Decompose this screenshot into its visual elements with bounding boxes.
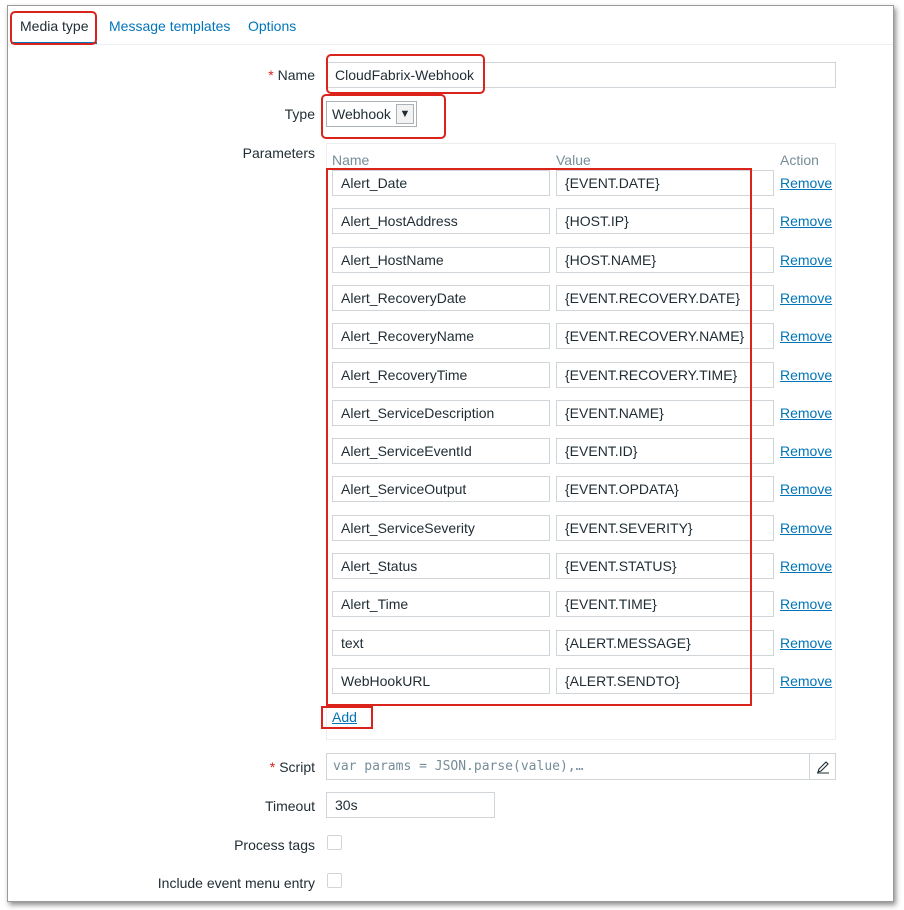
media-type-form: Media type Message templates Options * Na… [7,5,894,902]
required-asterisk: * [269,759,276,775]
name-label: * Name [268,67,315,83]
parameters-label: Parameters [242,145,315,161]
param-value-input[interactable]: {EVENT.RECOVERY.NAME} [556,323,774,349]
remove-parameter-link[interactable]: Remove [780,405,832,421]
remove-parameter-link[interactable]: Remove [780,290,832,306]
chevron-down-icon[interactable]: ▼ [396,104,414,124]
remove-parameter-link[interactable]: Remove [780,596,832,612]
remove-parameter-link[interactable]: Remove [780,520,832,536]
param-header-action: Action [780,152,819,168]
remove-parameter-link[interactable]: Remove [780,252,832,268]
tab-media-type[interactable]: Media type [20,6,88,44]
include-event-menu-checkbox[interactable] [327,873,342,888]
param-value-input[interactable]: {EVENT.OPDATA} [556,476,774,502]
param-value-input[interactable]: {EVENT.DATE} [556,170,774,196]
script-preview: var params = JSON.parse(value),… [333,759,584,774]
include-event-menu-label: Include event menu entry [157,875,315,891]
add-parameter-link[interactable]: Add [332,709,357,725]
param-header-value: Value [556,152,591,168]
script-label: * Script [269,759,315,775]
active-tab-indicator [11,42,97,44]
required-asterisk: * [268,67,274,83]
param-name-input[interactable]: Alert_HostName [332,247,550,273]
param-value-input[interactable]: {ALERT.SENDTO} [556,668,774,694]
remove-parameter-link[interactable]: Remove [780,213,832,229]
script-field[interactable]: var params = JSON.parse(value),… [326,753,836,780]
param-value-input[interactable]: {EVENT.ID} [556,438,774,464]
type-select[interactable]: Webhook ▼ [326,101,417,127]
process-tags-checkbox[interactable] [327,835,342,850]
param-name-input[interactable]: WebHookURL [332,668,550,694]
tab-options[interactable]: Options [248,6,296,44]
param-value-input[interactable]: {HOST.NAME} [556,247,774,273]
param-name-input[interactable]: Alert_ServiceSeverity [332,515,550,541]
param-name-input[interactable]: Alert_RecoveryDate [332,285,550,311]
param-value-input[interactable]: {EVENT.STATUS} [556,553,774,579]
remove-parameter-link[interactable]: Remove [780,558,832,574]
param-name-input[interactable]: Alert_Status [332,553,550,579]
remove-parameter-link[interactable]: Remove [780,635,832,651]
param-name-input[interactable]: Alert_ServiceOutput [332,476,550,502]
param-name-input[interactable]: Alert_ServiceEventId [332,438,550,464]
remove-parameter-link[interactable]: Remove [780,328,832,344]
process-tags-label: Process tags [234,837,315,853]
param-name-input[interactable]: text [332,630,550,656]
remove-parameter-link[interactable]: Remove [780,443,832,459]
param-value-input[interactable]: {EVENT.TIME} [556,591,774,617]
param-value-input[interactable]: {ALERT.MESSAGE} [556,630,774,656]
param-name-input[interactable]: Alert_RecoveryTime [332,362,550,388]
param-name-input[interactable]: Alert_HostAddress [332,208,550,234]
param-value-input[interactable]: {HOST.IP} [556,208,774,234]
param-value-input[interactable]: {EVENT.RECOVERY.TIME} [556,362,774,388]
param-value-input[interactable]: {EVENT.NAME} [556,400,774,426]
param-header-name: Name [332,152,370,168]
timeout-label: Timeout [264,798,315,814]
pencil-icon[interactable] [809,754,835,779]
type-label: Type [284,106,315,122]
tab-bar: Media type Message templates Options [8,6,893,45]
param-name-input[interactable]: Alert_RecoveryName [332,323,550,349]
param-name-input[interactable]: Alert_Date [332,170,550,196]
param-value-input[interactable]: {EVENT.SEVERITY} [556,515,774,541]
type-select-value: Webhook [332,106,391,122]
remove-parameter-link[interactable]: Remove [780,367,832,383]
param-name-input[interactable]: Alert_ServiceDescription [332,400,550,426]
remove-parameter-link[interactable]: Remove [780,481,832,497]
tab-message-templates[interactable]: Message templates [109,6,230,44]
name-input[interactable]: CloudFabrix-Webhook [326,62,836,88]
timeout-input[interactable]: 30s [326,792,495,818]
param-name-input[interactable]: Alert_Time [332,591,550,617]
remove-parameter-link[interactable]: Remove [780,175,832,191]
param-value-input[interactable]: {EVENT.RECOVERY.DATE} [556,285,774,311]
remove-parameter-link[interactable]: Remove [780,673,832,689]
